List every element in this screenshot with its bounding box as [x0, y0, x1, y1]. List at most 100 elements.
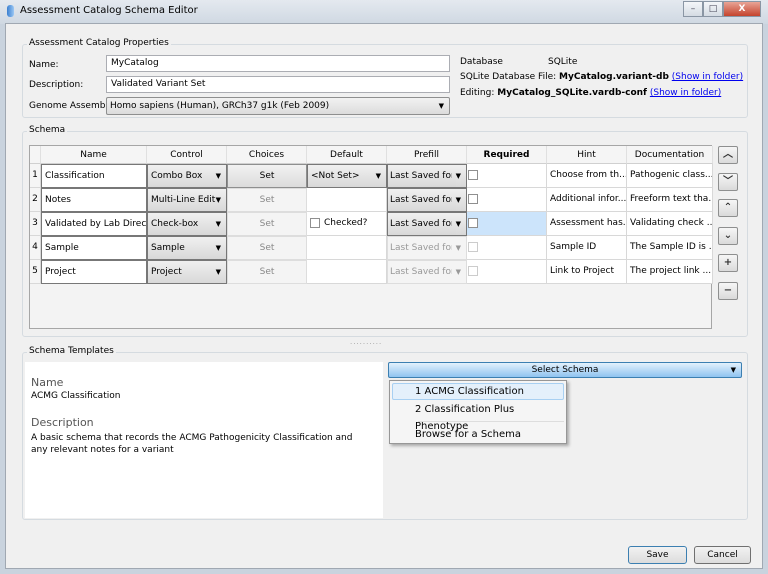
splitter-handle[interactable]: ··········: [350, 340, 382, 348]
table-row: 4SampleSample▼SetLast Saved for S▼Sample…: [30, 236, 713, 260]
default-cell: [307, 260, 387, 284]
choices-set-button[interactable]: Set: [227, 260, 307, 284]
control-select[interactable]: Combo Box ▼: [147, 164, 227, 188]
required-checkbox[interactable]: [468, 265, 478, 276]
hint-cell[interactable]: Sample ID: [547, 236, 627, 260]
name-input[interactable]: MyCatalog: [106, 55, 450, 72]
default-label: Checked?: [324, 218, 368, 228]
row-number: 1: [30, 164, 41, 188]
documentation-cell[interactable]: Validating check ...: [627, 212, 713, 236]
column-header-required[interactable]: Required: [467, 146, 547, 164]
control-select[interactable]: Sample ▼: [147, 236, 227, 260]
name-cell[interactable]: Notes: [41, 188, 147, 212]
move-top-icon: ⌃: [723, 202, 733, 213]
move-down-icon: ﹀: [723, 176, 733, 187]
hint-cell[interactable]: Assessment has...: [547, 212, 627, 236]
menu-item-browse[interactable]: Browse for a Schema: [392, 426, 564, 443]
editing-label: Editing:: [460, 88, 495, 98]
documentation-cell[interactable]: Freeform text tha...: [627, 188, 713, 212]
move-up-icon: ︿: [723, 149, 733, 160]
header-corner: [30, 146, 41, 164]
schema-group-label: Schema: [27, 125, 68, 135]
default-cell: [307, 236, 387, 260]
hint-cell[interactable]: Link to Project: [547, 260, 627, 284]
column-header-name[interactable]: Name: [41, 146, 147, 164]
add-icon: +: [723, 257, 733, 268]
prefill-value: Last Saved for V: [390, 195, 452, 205]
control-select[interactable]: Project ▼: [147, 260, 227, 284]
required-cell[interactable]: [467, 236, 547, 260]
remove-icon: −: [723, 285, 733, 296]
name-cell[interactable]: Sample: [41, 236, 147, 260]
required-cell[interactable]: [467, 164, 547, 188]
hint-cell[interactable]: Choose from th...: [547, 164, 627, 188]
required-checkbox[interactable]: [468, 169, 478, 180]
documentation-cell[interactable]: Pathogenic class...: [627, 164, 713, 188]
choices-set-button[interactable]: Set: [227, 188, 307, 212]
app-icon: [7, 5, 14, 17]
control-select[interactable]: Multi-Line Edit ▼: [147, 188, 227, 212]
required-checkbox[interactable]: [468, 193, 478, 204]
prefill-select[interactable]: Last Saved for V▼: [387, 188, 467, 212]
menu-item-phenotype[interactable]: 2 Classification Plus Phenotype: [392, 401, 564, 432]
save-button[interactable]: Save: [628, 546, 687, 564]
required-checkbox[interactable]: [468, 217, 478, 228]
control-select[interactable]: Check-box ▼: [147, 212, 227, 236]
description-input[interactable]: Validated Variant Set: [106, 76, 450, 93]
file-show-link[interactable]: (Show in folder): [672, 72, 743, 82]
choices-set-button[interactable]: Set: [227, 236, 307, 260]
chevron-down-icon: ▼: [455, 237, 461, 259]
chevron-down-icon: ▼: [455, 261, 461, 283]
file-row: SQLite Database File: MyCatalog.variant-…: [460, 72, 743, 82]
required-cell[interactable]: [467, 212, 547, 236]
template-details-panel: Name ACMG Classification Description A b…: [25, 362, 383, 518]
cancel-button[interactable]: Cancel: [694, 546, 751, 564]
remove-button[interactable]: −: [718, 282, 738, 300]
column-header-hint[interactable]: Hint: [547, 146, 627, 164]
default-cell[interactable]: <Not Set> ▼: [307, 164, 387, 188]
choices-set-button[interactable]: Set: [227, 164, 307, 188]
column-header-default[interactable]: Default: [307, 146, 387, 164]
add-button[interactable]: +: [718, 254, 738, 272]
column-header-documentation[interactable]: Documentation: [627, 146, 713, 164]
editing-show-link[interactable]: (Show in folder): [650, 88, 721, 98]
required-cell[interactable]: [467, 260, 547, 284]
column-header-prefill[interactable]: Prefill: [387, 146, 467, 164]
default-checkbox[interactable]: [310, 217, 320, 228]
prefill-select[interactable]: Last Saved for P▼: [387, 260, 467, 284]
hint-cell[interactable]: Additional infor...: [547, 188, 627, 212]
schema-table[interactable]: Name Control Choices Default Prefill Required…: [29, 145, 713, 329]
maximize-button[interactable]: □: [703, 1, 723, 17]
default-cell: [307, 188, 387, 212]
choices-set-button[interactable]: Set: [227, 212, 307, 236]
move-down-button[interactable]: ﹀: [718, 173, 738, 191]
move-bottom-button[interactable]: ⌄: [718, 227, 738, 245]
documentation-cell[interactable]: The project link ...: [627, 260, 713, 284]
genome-select[interactable]: Homo sapiens (Human), GRCh37 g1k (Feb 20…: [106, 97, 450, 115]
chevron-down-icon: ▼: [215, 268, 221, 276]
close-button[interactable]: X: [723, 1, 761, 17]
prefill-select[interactable]: Last Saved for S▼: [387, 236, 467, 260]
minimize-button[interactable]: –: [683, 1, 703, 17]
menu-item-acmg[interactable]: 1 ACMG Classification: [392, 383, 564, 400]
name-cell[interactable]: Validated by Lab Director: [41, 212, 147, 236]
select-schema-label: Select Schema: [531, 365, 599, 375]
name-cell[interactable]: Project: [41, 260, 147, 284]
required-checkbox[interactable]: [468, 241, 478, 252]
template-description-value: A basic schema that records the ACMG Pat…: [31, 433, 353, 455]
name-label: Name:: [29, 60, 59, 70]
required-cell[interactable]: [467, 188, 547, 212]
chevron-down-icon: ▼: [215, 244, 221, 252]
column-header-choices[interactable]: Choices: [227, 146, 307, 164]
name-cell[interactable]: Classification: [41, 164, 147, 188]
chevron-down-icon: ▼: [455, 213, 461, 235]
default-cell[interactable]: Checked?: [307, 212, 387, 236]
move-top-button[interactable]: ⌃: [718, 199, 738, 217]
prefill-select[interactable]: Last Saved for V▼: [387, 212, 467, 236]
select-schema-button[interactable]: Select Schema ▼: [388, 362, 742, 378]
documentation-cell[interactable]: The Sample ID is ...: [627, 236, 713, 260]
prefill-select[interactable]: Last Saved for V▼: [387, 164, 467, 188]
column-header-control[interactable]: Control: [147, 146, 227, 164]
table-row: 1 Classification Combo Box ▼ Set <Not Set> ▼ La…: [30, 164, 713, 188]
move-up-button[interactable]: ︿: [718, 146, 738, 164]
